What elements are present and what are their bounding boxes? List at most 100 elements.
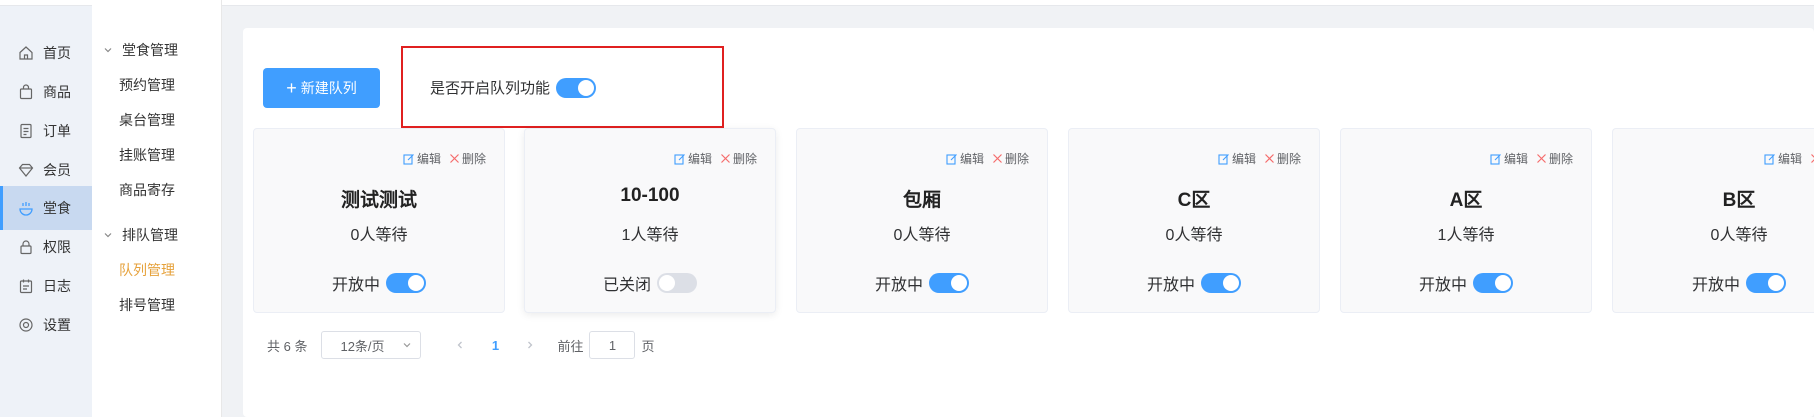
queue-status: 开放中 [797, 271, 1047, 295]
queue-open-switch[interactable] [1201, 273, 1241, 293]
queue-status: 开放中 [1613, 271, 1814, 295]
submenu-group-label: 堂食管理 [122, 42, 178, 58]
queue-name: 10-100 [620, 185, 680, 206]
queue-card: 编辑 删除 测试测试 0人等待 开放中 [253, 128, 505, 313]
queue-toggle-label: 是否开启队列功能 [430, 80, 551, 97]
waiting-count: 0人等待 [893, 227, 951, 244]
submenu-item-credit[interactable]: 挂账管理 [119, 145, 175, 165]
nav-label: 会员 [43, 162, 71, 178]
edit-icon [1218, 153, 1229, 165]
delete-button[interactable]: 删除 [449, 150, 486, 167]
total-count: 共 6 条 [267, 338, 308, 354]
nav-item-settings[interactable]: 设置 [0, 303, 92, 347]
edit-icon [946, 153, 957, 165]
queue-open-switch[interactable] [929, 273, 969, 293]
nav-label: 设置 [43, 317, 71, 333]
plus-icon: + [286, 78, 297, 98]
new-queue-button[interactable]: + 新建队列 [263, 68, 380, 108]
close-icon [993, 154, 1002, 163]
chevron-left-icon [458, 341, 463, 349]
page-size-select[interactable]: 12条/页 [321, 331, 422, 359]
submenu-item-tables[interactable]: 桌台管理 [119, 110, 175, 130]
queue-name: B区 [1722, 190, 1756, 211]
close-icon [721, 154, 730, 163]
prev-page-button[interactable] [445, 337, 475, 353]
card-actions: 编辑 删除 [1210, 150, 1301, 167]
submenu-item-number-manage[interactable]: 排号管理 [119, 295, 175, 315]
nav-item-orders[interactable]: 订单 [0, 109, 92, 153]
nav-label: 权限 [43, 239, 71, 255]
nav-item-dine-in[interactable]: 堂食 [0, 186, 92, 230]
edit-button[interactable]: 编辑 [1764, 150, 1802, 167]
nav-item-home[interactable]: 首页 [0, 31, 92, 75]
queue-feature-toggle: 是否开启队列功能 [430, 77, 597, 98]
queue-open-switch[interactable] [1746, 273, 1786, 293]
edit-button[interactable]: 编辑 [674, 150, 712, 167]
submenu-group-label: 排队管理 [122, 227, 178, 243]
queue-open-switch[interactable] [657, 273, 697, 293]
status-label: 开放中 [331, 277, 380, 294]
nav-label: 首页 [43, 45, 71, 61]
dine-icon [17, 199, 35, 217]
page-size-value: 12条/页 [340, 338, 385, 354]
nav-label: 商品 [43, 84, 71, 100]
gear-icon [17, 316, 35, 334]
nav-item-logs[interactable]: 日志 [0, 264, 92, 308]
top-header [222, 0, 1814, 6]
status-label: 已关闭 [602, 277, 651, 294]
delete-button[interactable]: 删除 [1264, 150, 1301, 167]
card-actions: 编辑 删除 [938, 150, 1029, 167]
delete-button[interactable]: 删除 [720, 150, 757, 167]
edit-button[interactable]: 编辑 [1218, 150, 1256, 167]
edit-icon [674, 153, 685, 165]
submenu-item-storage[interactable]: 商品寄存 [119, 180, 175, 200]
new-queue-label: 新建队列 [300, 80, 357, 96]
nav-item-goods[interactable]: 商品 [0, 70, 92, 114]
home-icon [17, 44, 35, 62]
queue-card: 编辑 删除 包厢 0人等待 开放中 [796, 128, 1048, 313]
queue-open-switch[interactable] [1473, 273, 1513, 293]
nav-item-permissions[interactable]: 权限 [0, 225, 92, 269]
card-inner: 编辑 删除 B区 0人等待 开放中 [1613, 129, 1814, 312]
close-icon [450, 154, 459, 163]
queue-name: C区 [1177, 190, 1211, 211]
sub-menu: 堂食管理 预约管理 桌台管理 挂账管理 商品寄存 排队管理 队列管理 排号管理 [92, 0, 222, 417]
nav-label: 日志 [43, 278, 71, 294]
edit-button[interactable]: 编辑 [1490, 150, 1528, 167]
submenu-group-dine-in[interactable]: 堂食管理 [102, 40, 178, 60]
nav-label: 堂食 [43, 200, 71, 216]
lock-icon [17, 238, 35, 256]
queue-open-switch[interactable] [386, 273, 426, 293]
delete-button[interactable]: 删除 [1536, 150, 1573, 167]
delete-button[interactable]: 删除 [1810, 150, 1814, 167]
submenu-group-queue[interactable]: 排队管理 [102, 225, 178, 245]
edit-icon [1764, 153, 1775, 165]
goto-label: 前往 [557, 338, 584, 354]
queue-card: 编辑 删除 B区 0人等待 开放中 [1612, 128, 1814, 313]
goto-page-input[interactable]: 1 [589, 331, 636, 359]
submenu-item-queue-manage[interactable]: 队列管理 [119, 260, 175, 280]
waiting-count: 0人等待 [1710, 227, 1768, 244]
chevron-right-icon [528, 341, 533, 349]
card-actions: 编辑 删除 [1482, 150, 1573, 167]
queue-card: 编辑 删除 C区 0人等待 开放中 [1068, 128, 1320, 313]
edit-icon [1490, 153, 1501, 165]
current-page[interactable]: 1 [475, 338, 515, 353]
main-nav: 首页 商品 订单 会员 堂食 权限 日志 设置 [0, 0, 92, 417]
order-icon [17, 122, 35, 140]
edit-button[interactable]: 编辑 [403, 150, 441, 167]
edit-button[interactable]: 编辑 [946, 150, 984, 167]
waiting-count: 1人等待 [621, 227, 679, 244]
queue-name: 测试测试 [340, 190, 417, 211]
waiting-count: 0人等待 [1165, 227, 1223, 244]
page-suffix: 页 [641, 338, 655, 354]
bag-icon [17, 83, 35, 101]
chevron-down-icon [102, 44, 114, 56]
log-icon [17, 277, 35, 295]
next-page-button[interactable] [515, 337, 545, 353]
submenu-item-reservation[interactable]: 预约管理 [119, 75, 175, 95]
queue-feature-switch[interactable] [556, 77, 597, 98]
queue-status: 开放中 [254, 271, 504, 295]
queue-card: 编辑 删除 A区 1人等待 开放中 [1340, 128, 1592, 313]
delete-button[interactable]: 删除 [992, 150, 1029, 167]
